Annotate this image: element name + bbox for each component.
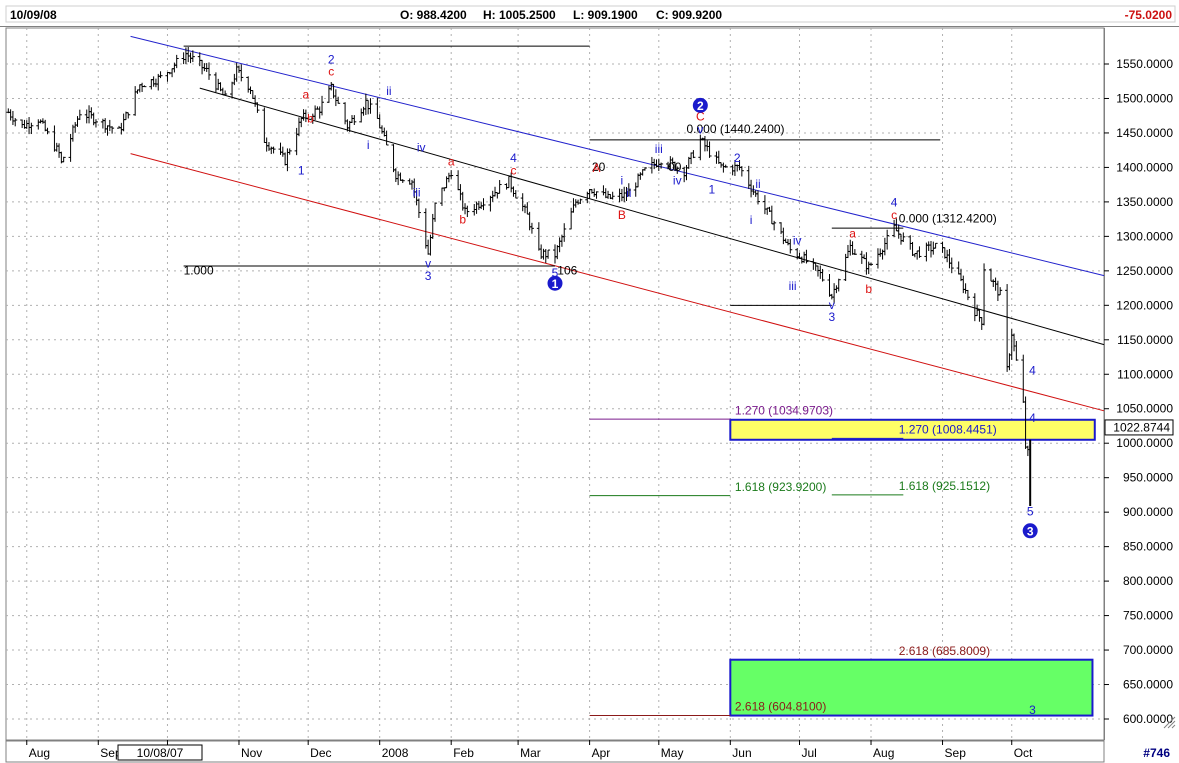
x-tick-label: Sep	[945, 746, 967, 760]
y-tick-label: 1000.0000	[1116, 436, 1173, 450]
chart-number-label: #746	[1143, 746, 1170, 760]
fib-annotation: 00	[668, 160, 682, 174]
y-tick-label: 1200.0000	[1116, 298, 1173, 312]
y-tick-label: 1250.0000	[1116, 264, 1173, 278]
wave-label: a	[448, 154, 455, 168]
wave-label: i	[621, 174, 624, 188]
wave-label: b	[865, 282, 872, 296]
wave-label: i	[367, 138, 370, 152]
y-tick-label: 800.0000	[1123, 574, 1173, 588]
y-tick-label: 1550.0000	[1116, 57, 1173, 71]
wave-label: 3	[828, 310, 835, 324]
fib-annotation: 1.000	[184, 263, 214, 277]
cursor-date-label: 10/08/07	[137, 746, 184, 760]
wave-label: b	[307, 112, 314, 126]
y-tick-label: 600.0000	[1123, 712, 1173, 726]
circled-wave-label: 3	[1027, 524, 1034, 538]
y-tick-label: 1350.0000	[1116, 195, 1173, 209]
wave-label: ii	[755, 177, 760, 191]
x-tick-label: Mar	[520, 746, 541, 760]
y-tick-label: 1450.0000	[1116, 126, 1173, 140]
x-tick-label: Jul	[802, 746, 817, 760]
x-tick-label: Aug	[29, 746, 50, 760]
circled-wave-label: 1	[552, 277, 559, 291]
y-tick-label: 1150.0000	[1117, 333, 1173, 347]
y-tick-label: 850.0000	[1123, 540, 1173, 554]
y-tick-label: 700.0000	[1123, 643, 1173, 657]
fib-annotation: 2.618 (685.8009)	[899, 644, 990, 658]
wave-label: c	[328, 65, 334, 79]
fib-annotation: 2.618 (604.8100)	[735, 700, 826, 714]
y-tick-label: 1050.0000	[1116, 402, 1173, 416]
header-open: O: 988.4200	[400, 8, 467, 22]
x-tick-label: May	[661, 746, 684, 760]
y-tick-label: 650.0000	[1123, 678, 1173, 692]
y-tick-label: 750.0000	[1123, 609, 1173, 623]
fib-annotation: 1.618 (925.1512)	[899, 479, 990, 493]
wave-label: ii	[386, 84, 391, 98]
header-date: 10/09/08	[10, 8, 57, 22]
y-tick-label: 1500.0000	[1116, 91, 1173, 105]
fib-annotation: 0.000 (1312.4200)	[899, 212, 997, 226]
y-tick-label: 950.0000	[1123, 471, 1173, 485]
chart: 10/09/08 O: 988.4200 H: 1005.2500 L: 909…	[0, 0, 1179, 763]
wave-label: iii	[413, 185, 421, 199]
wave-label: 2	[734, 151, 741, 165]
wave-label: b	[459, 212, 466, 226]
x-tick-label: Feb	[453, 746, 474, 760]
fib-annotation: 1.270 (1034.9703)	[735, 403, 833, 417]
wave-label: B	[618, 208, 626, 222]
wave-label: v	[697, 123, 703, 137]
wave-label: a	[303, 87, 310, 101]
wave-label: iv	[673, 174, 682, 188]
fib-annotation: 106	[557, 263, 577, 277]
wave-label: 4	[1029, 363, 1036, 377]
wave-label: c	[510, 163, 516, 177]
y-tick-label: 900.0000	[1123, 505, 1173, 519]
plot-area	[5, 27, 1105, 741]
wave-label: iv	[793, 234, 802, 248]
x-tick-label: Apr	[592, 746, 611, 760]
wave-label: iv	[417, 141, 426, 155]
wave-label: 3	[425, 269, 432, 283]
fib-annotation: 1.618 (923.9200)	[735, 480, 826, 494]
wave-label: 1	[298, 163, 305, 177]
wave-label: 1	[709, 183, 716, 197]
y-tick-label: 1400.0000	[1116, 160, 1173, 174]
x-tick-label: Nov	[241, 746, 262, 760]
wave-label: iii	[789, 279, 797, 293]
header-high: H: 1005.2500	[483, 8, 556, 22]
current-price-marker: 1022.8744	[1104, 419, 1174, 436]
y-tick-label: 1300.0000	[1116, 229, 1173, 243]
wave-label: ii	[626, 186, 631, 200]
header-low: L: 909.1900	[573, 8, 638, 22]
wave-label: a	[849, 227, 856, 241]
x-tick-label: Oct	[1014, 746, 1033, 760]
circled-wave-label: 2	[697, 99, 704, 113]
wave-label: i	[750, 213, 753, 227]
x-tick-label: Jun	[732, 746, 751, 760]
wave-label: c	[891, 208, 897, 222]
x-tick-label: Aug	[873, 746, 894, 760]
header-change: -75.0200	[1125, 8, 1173, 22]
current-price-label: 1022.8744	[1113, 420, 1170, 434]
wave-label: 5	[1027, 505, 1034, 519]
header-bar: 10/09/08 O: 988.4200 H: 1005.2500 L: 909…	[0, 0, 1179, 27]
y-tick-label: 1100.0000	[1117, 367, 1173, 381]
x-tick-label: 2008	[382, 746, 409, 760]
wave-label: A	[593, 161, 601, 175]
x-tick-label: Dec	[310, 746, 331, 760]
wave-label: iii	[655, 142, 663, 156]
header-close: C: 909.9200	[656, 8, 722, 22]
wave-label: 3	[1029, 703, 1036, 717]
fib-annotation: 1.270 (1008.4451)	[899, 423, 997, 437]
wave-label: 4	[1029, 411, 1036, 425]
